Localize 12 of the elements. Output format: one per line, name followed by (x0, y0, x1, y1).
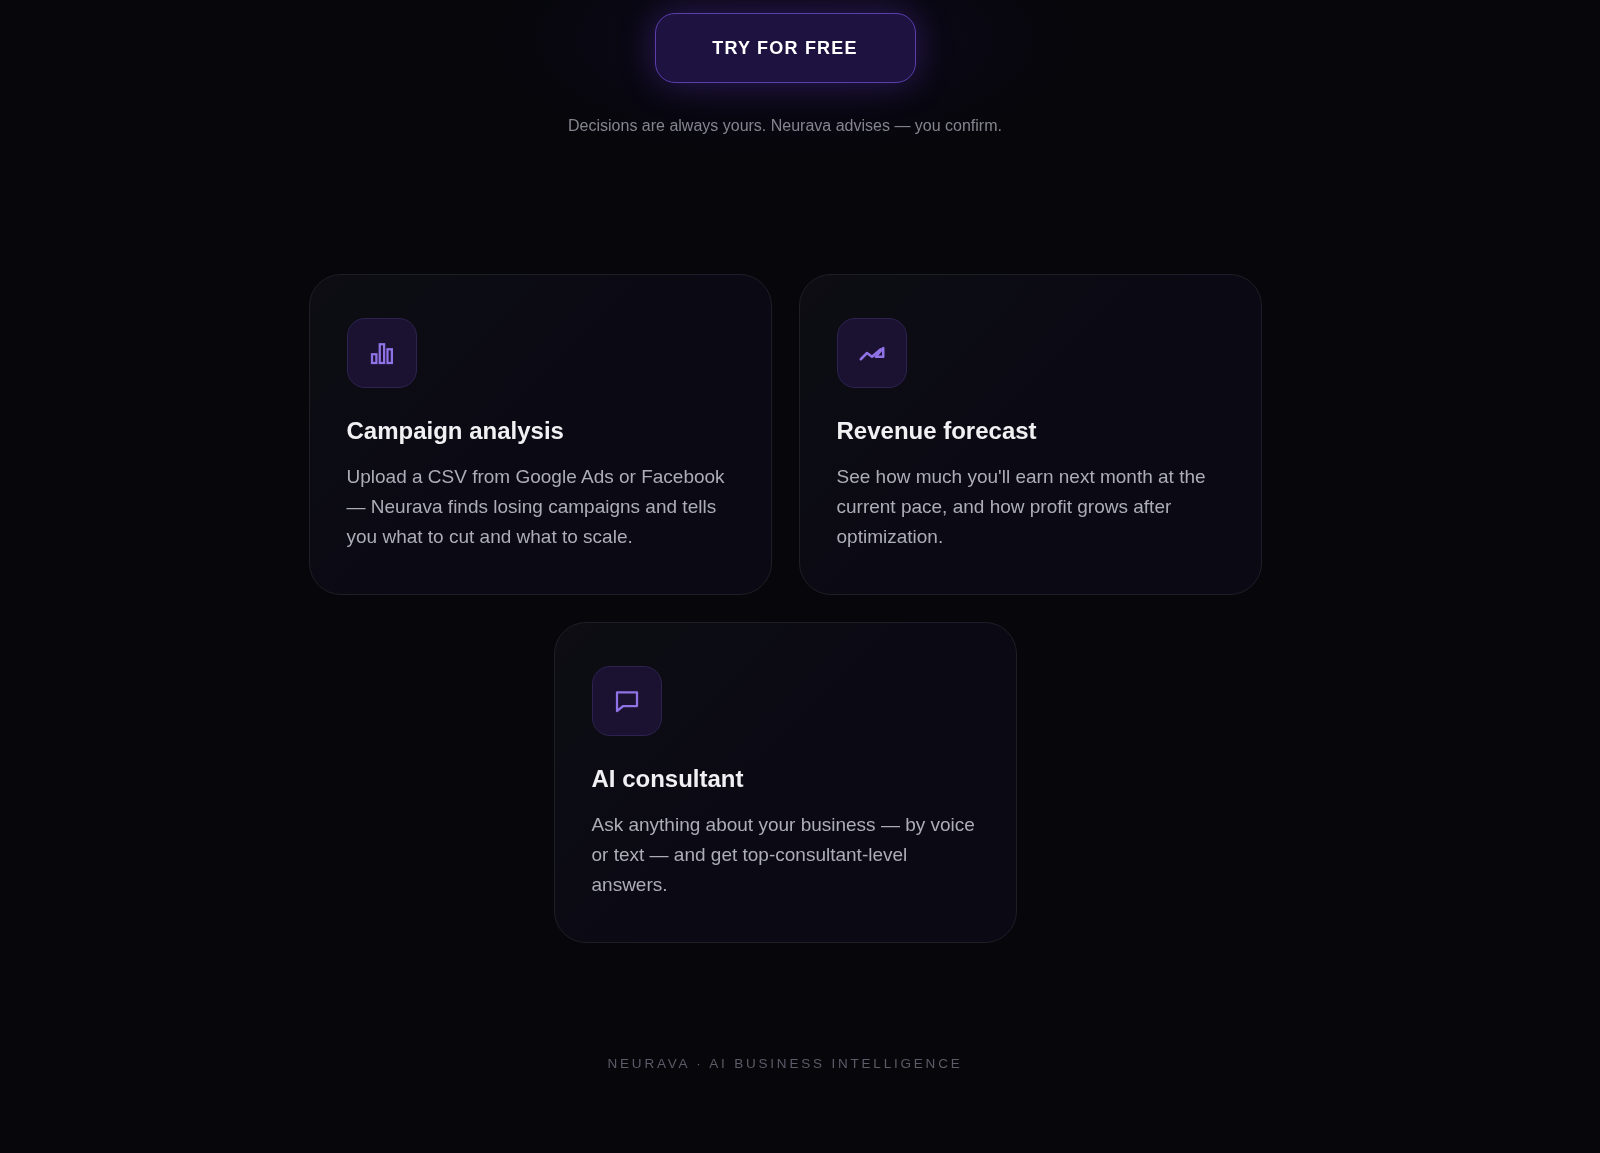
feature-title: Revenue forecast (836, 417, 1037, 445)
footer-text: NEURAVA · AI BUSINESS INTELLIGENCE (607, 1056, 963, 1071)
feature-description: Upload a CSV from Google Ads or Facebook — Neurava finds losing campaigns and tells you what to cut and what to scale. (346, 465, 726, 549)
trend-line-icon (836, 318, 907, 388)
chat-bubble-icon (591, 666, 662, 736)
feature-title: Campaign analysis (346, 417, 564, 445)
feature-title: AI consultant (591, 765, 744, 793)
bar-chart-icon (346, 318, 417, 388)
disclaimer-text: Decisions are always yours. Neurava advises — you confirm. (568, 116, 1002, 136)
feature-description: Ask anything about your business — by voice or text — and get top-consultant-level answers. (591, 813, 976, 897)
try-free-button[interactable]: TRY FOR FREE (654, 13, 916, 83)
feature-description: See how much you'll earn next month at the current pace, and how profit grows after optimization. (836, 465, 1207, 549)
